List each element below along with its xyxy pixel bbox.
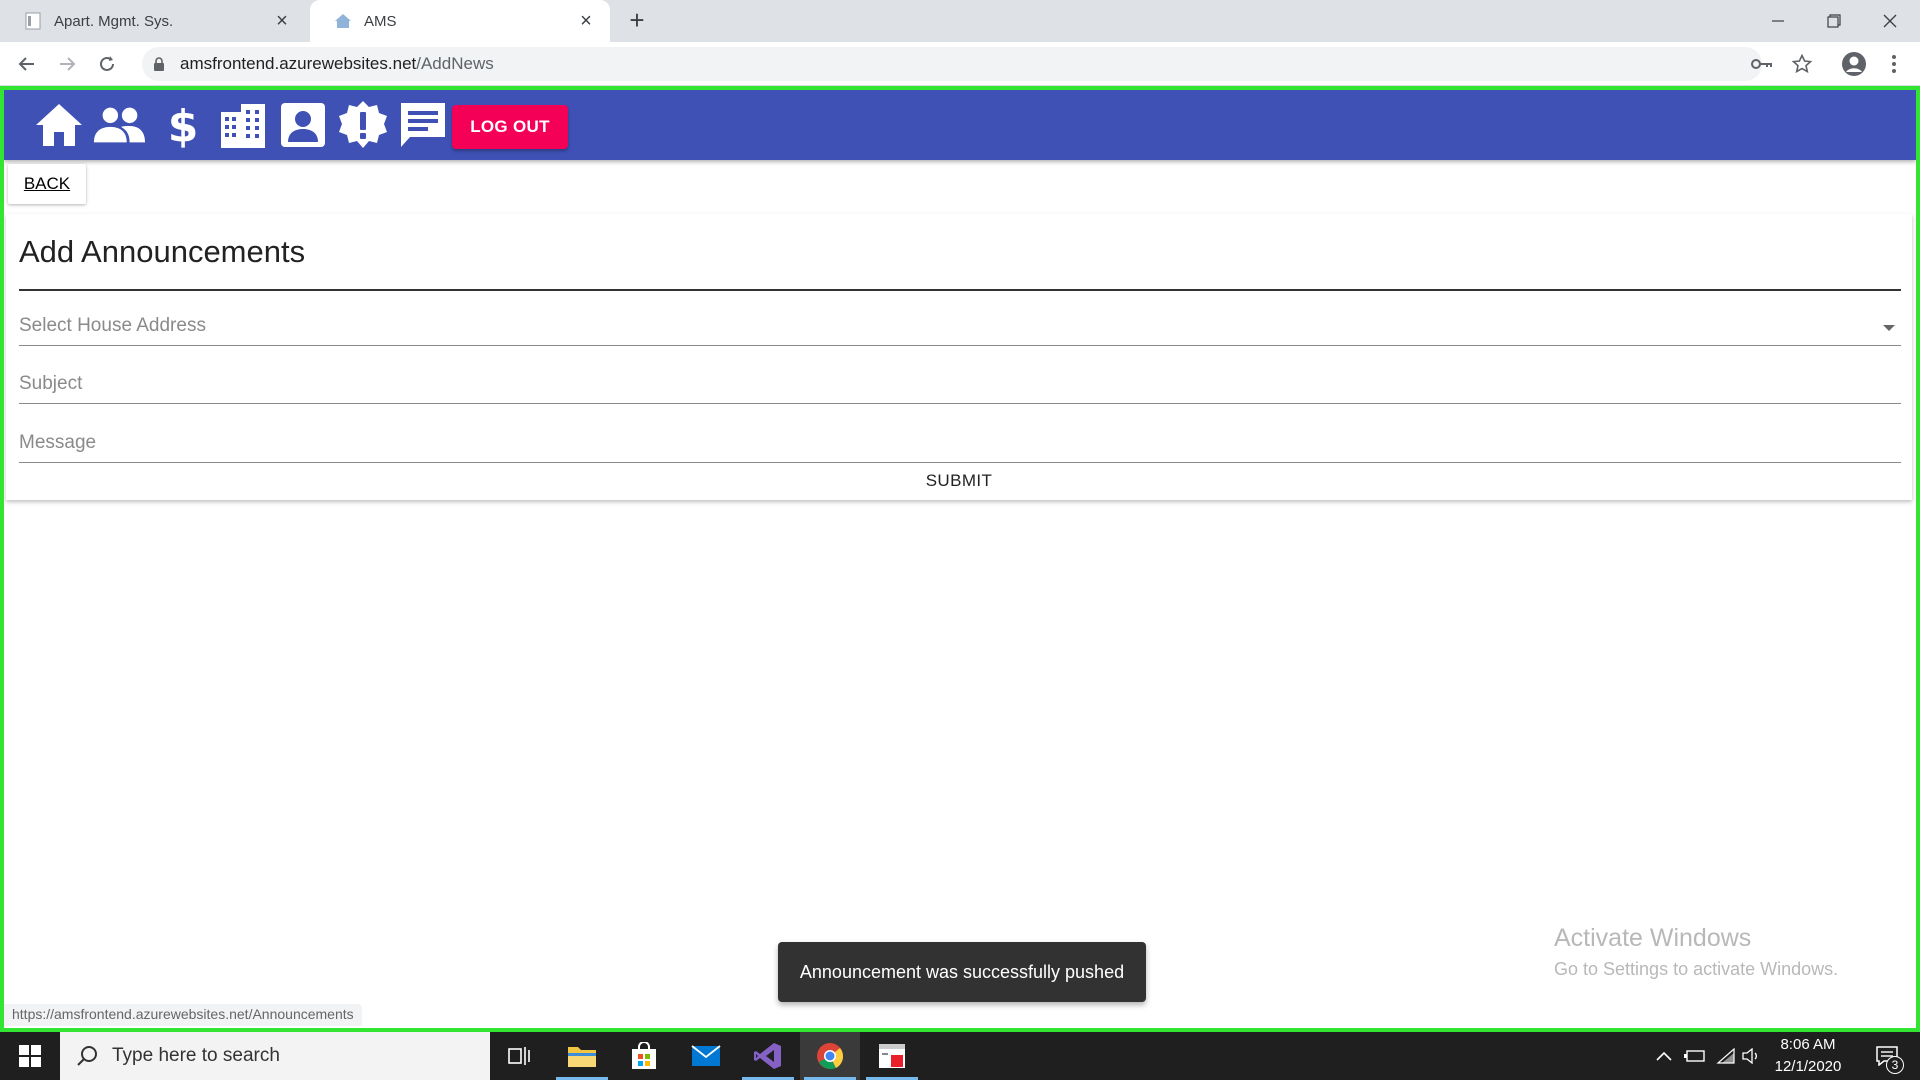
task-view-icon[interactable] bbox=[490, 1032, 550, 1080]
browser-tab-ams[interactable]: AMS × bbox=[310, 0, 610, 42]
windows-taskbar: Type here to search 8:06 AM 12/1/2020 3 bbox=[0, 1032, 1920, 1080]
taskbar-clock[interactable]: 8:06 AM 12/1/2020 bbox=[1762, 1032, 1854, 1080]
minimize-icon[interactable] bbox=[1750, 0, 1806, 42]
dropdown-arrow-icon[interactable] bbox=[1883, 325, 1895, 331]
logout-button[interactable]: LOG OUT bbox=[452, 105, 568, 149]
back-arrow-icon[interactable] bbox=[11, 48, 43, 80]
people-icon[interactable] bbox=[92, 98, 146, 152]
visual-studio-icon[interactable] bbox=[738, 1032, 798, 1080]
subject-input[interactable]: Subject bbox=[19, 364, 1901, 404]
search-icon bbox=[74, 1043, 100, 1069]
reload-icon[interactable] bbox=[91, 48, 123, 80]
lock-icon bbox=[152, 56, 166, 72]
app-window-icon[interactable] bbox=[862, 1032, 922, 1080]
app-bar: $ LOG OUT bbox=[4, 90, 1916, 160]
watermark-subtitle: Go to Settings to activate Windows. bbox=[1554, 959, 1839, 979]
restore-icon[interactable] bbox=[1806, 0, 1862, 42]
alert-decagram-icon[interactable] bbox=[336, 98, 390, 152]
taskbar-search-box[interactable]: Type here to search bbox=[60, 1032, 490, 1080]
dollar-icon[interactable]: $ bbox=[156, 98, 210, 152]
wifi-icon[interactable] bbox=[1712, 1032, 1740, 1080]
home-icon[interactable] bbox=[32, 98, 86, 152]
search-placeholder: Type here to search bbox=[112, 1045, 280, 1066]
tab-title: Apart. Mgmt. Sys. bbox=[54, 12, 174, 30]
clock-date: 12/1/2020 bbox=[1774, 1058, 1842, 1075]
page-viewport: $ LOG OUT BACK Add Announcements Select … bbox=[0, 86, 1920, 1032]
message-input[interactable]: Message bbox=[19, 423, 1901, 463]
house-favicon-icon bbox=[334, 12, 352, 30]
chevron-up-icon[interactable] bbox=[1650, 1032, 1678, 1080]
star-icon[interactable] bbox=[1790, 52, 1814, 76]
activate-windows-watermark: Activate Windows Go to Settings to activ… bbox=[1554, 924, 1838, 980]
kebab-menu-icon[interactable] bbox=[1882, 52, 1906, 76]
add-announcement-form: Add Announcements Select House Address S… bbox=[6, 214, 1912, 500]
house-address-select[interactable]: Select House Address bbox=[19, 306, 1901, 346]
message-placeholder: Message bbox=[19, 432, 97, 453]
close-tab-icon[interactable]: × bbox=[576, 11, 596, 31]
browser-tab-apart-mgmt[interactable]: Apart. Mgmt. Sys. × bbox=[0, 0, 306, 42]
notification-center-icon[interactable]: 3 bbox=[1862, 1032, 1912, 1080]
tab-title: AMS bbox=[364, 12, 397, 30]
mail-icon[interactable] bbox=[676, 1032, 736, 1080]
document-icon bbox=[24, 12, 42, 30]
status-bar-url: https://amsfrontend.azurewebsites.net/An… bbox=[4, 1004, 362, 1026]
profile-avatar-icon[interactable] bbox=[1840, 50, 1868, 78]
snackbar-toast: Announcement was successfully pushed bbox=[778, 942, 1146, 1002]
chrome-icon[interactable] bbox=[800, 1032, 860, 1080]
store-icon[interactable] bbox=[614, 1032, 674, 1080]
browser-toolbar: amsfrontend.azurewebsites.net/AddNews bbox=[0, 42, 1920, 86]
clock-time: 8:06 AM bbox=[1780, 1036, 1836, 1053]
house-address-placeholder: Select House Address bbox=[19, 315, 206, 336]
back-button[interactable]: BACK bbox=[8, 164, 86, 204]
file-explorer-icon[interactable] bbox=[552, 1032, 612, 1080]
title-underline bbox=[19, 250, 1901, 291]
browser-tabstrip: Apart. Mgmt. Sys. × AMS × + bbox=[0, 0, 1920, 42]
account-box-icon[interactable] bbox=[276, 98, 330, 152]
notification-count-badge: 3 bbox=[1886, 1056, 1904, 1074]
submit-button[interactable]: SUBMIT bbox=[899, 461, 1019, 501]
close-window-icon[interactable] bbox=[1862, 0, 1918, 42]
forward-arrow-icon[interactable] bbox=[51, 48, 83, 80]
close-tab-icon[interactable]: × bbox=[272, 11, 292, 31]
key-icon[interactable] bbox=[1750, 52, 1774, 76]
buildings-icon[interactable] bbox=[216, 98, 270, 152]
subject-placeholder: Subject bbox=[19, 373, 83, 394]
url-text: amsfrontend.azurewebsites.net/AddNews bbox=[180, 54, 494, 73]
watermark-title: Activate Windows bbox=[1554, 924, 1752, 952]
message-icon[interactable] bbox=[396, 98, 450, 152]
address-bar[interactable]: amsfrontend.azurewebsites.net/AddNews bbox=[142, 47, 1762, 81]
new-tab-button[interactable]: + bbox=[624, 7, 650, 34]
windows-start-icon[interactable] bbox=[0, 1032, 60, 1080]
volume-icon[interactable] bbox=[1740, 1032, 1764, 1080]
svg-text:$: $ bbox=[168, 101, 198, 149]
battery-icon[interactable] bbox=[1680, 1032, 1710, 1080]
